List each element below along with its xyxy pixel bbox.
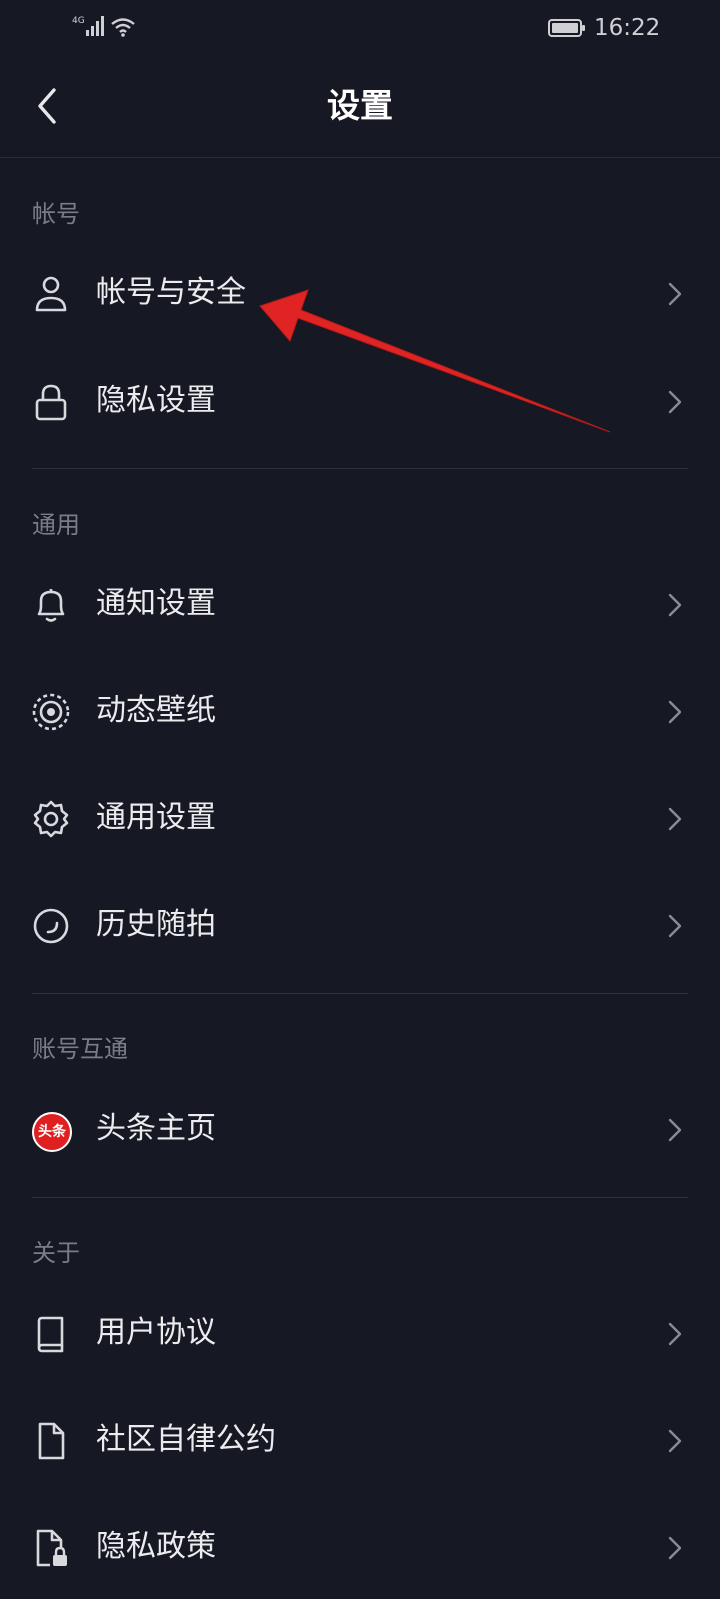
- settings-item-notifications[interactable]: 通知设置: [0, 552, 720, 656]
- section-divider: [32, 993, 688, 994]
- section-divider: [32, 468, 688, 469]
- settings-item-label: 头条主页: [96, 1111, 216, 1146]
- settings-item-toutiao-homepage[interactable]: 头条 头条主页: [0, 1077, 720, 1181]
- live-wallpaper-icon: [32, 693, 70, 731]
- settings-item-label: 通知设置: [96, 586, 216, 621]
- settings-item-privacy[interactable]: 隐私设置: [0, 349, 720, 453]
- chevron-right-icon: [668, 593, 682, 617]
- settings-item-account-security[interactable]: 帐号与安全: [0, 241, 720, 345]
- page-title: 设置: [327, 86, 393, 125]
- chevron-right-icon: [668, 282, 682, 306]
- settings-item-label: 隐私设置: [96, 383, 216, 418]
- book-icon: [37, 1316, 64, 1353]
- settings-item-label: 通用设置: [96, 800, 216, 835]
- battery-icon: [548, 19, 585, 37]
- settings-item-community-guidelines[interactable]: 社区自律公约: [0, 1388, 720, 1492]
- section-title-account: 帐号: [32, 200, 80, 228]
- chevron-right-icon: [668, 1118, 682, 1142]
- document-icon: [38, 1422, 65, 1460]
- history-icon: [33, 908, 69, 944]
- settings-item-label: 动态壁纸: [96, 693, 216, 728]
- settings-item-label: 社区自律公约: [96, 1422, 276, 1457]
- settings-item-history-shots[interactable]: 历史随拍: [0, 873, 720, 977]
- section-title-about: 关于: [32, 1239, 80, 1267]
- chevron-right-icon: [668, 390, 682, 414]
- chevron-right-icon: [668, 1322, 682, 1346]
- settings-item-label: 历史随拍: [96, 907, 216, 942]
- section-divider: [32, 1197, 688, 1198]
- wifi-icon: [111, 18, 135, 37]
- lock-icon: [35, 384, 67, 421]
- settings-item-user-agreement[interactable]: 用户协议: [0, 1281, 720, 1385]
- chevron-right-icon: [668, 914, 682, 938]
- chevron-right-icon: [668, 1536, 682, 1560]
- status-time: 16:22: [594, 15, 661, 41]
- settings-item-privacy-policy[interactable]: 隐私政策: [0, 1495, 720, 1599]
- settings-item-general[interactable]: 通用设置: [0, 766, 720, 870]
- privacy-document-icon: [36, 1529, 67, 1567]
- settings-item-live-wallpaper[interactable]: 动态壁纸: [0, 659, 720, 763]
- nav-bar: 设置: [0, 56, 720, 158]
- chevron-right-icon: [668, 1429, 682, 1453]
- settings-item-label: 帐号与安全: [96, 275, 246, 310]
- cellular-signal-icon: 4G: [72, 16, 104, 36]
- user-icon: [35, 276, 67, 312]
- toutiao-logo-icon: 头条: [32, 1112, 72, 1152]
- chevron-right-icon: [668, 700, 682, 724]
- section-title-linked-accounts: 账号互通: [32, 1035, 128, 1063]
- svg-text:4G: 4G: [72, 16, 85, 26]
- gear-icon: [33, 800, 69, 838]
- settings-item-label: 隐私政策: [96, 1529, 216, 1564]
- bell-icon: [37, 589, 65, 622]
- settings-item-label: 用户协议: [96, 1315, 216, 1350]
- chevron-right-icon: [668, 807, 682, 831]
- status-bar: 4G 16:22: [0, 0, 720, 56]
- section-title-general: 通用: [32, 511, 80, 539]
